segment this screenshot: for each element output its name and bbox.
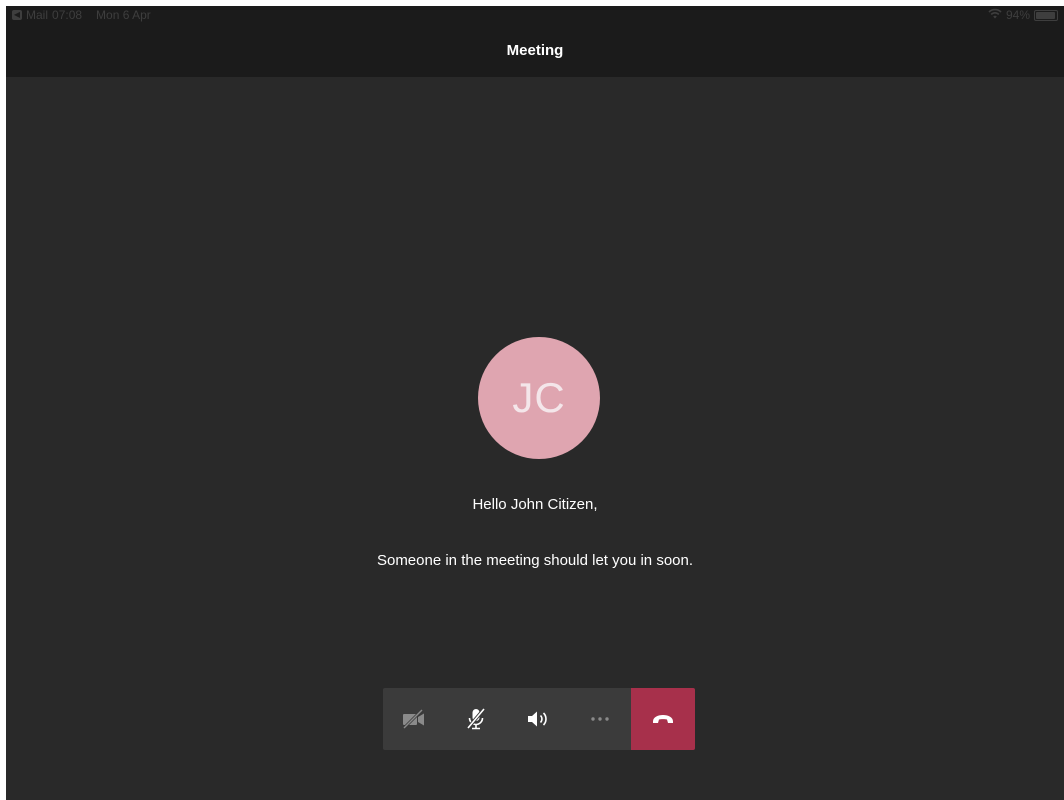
nav-bar: Meeting — [6, 24, 1064, 77]
speaker-button[interactable] — [507, 688, 569, 750]
wifi-icon — [988, 8, 1002, 22]
status-right: 94% — [988, 8, 1058, 22]
status-left: ◀ Mail 07:08 Mon 6 Apr — [12, 8, 151, 22]
status-date: Mon 6 Apr — [96, 8, 151, 22]
mute-button[interactable] — [445, 688, 507, 750]
mic-off-icon — [465, 707, 487, 731]
battery-fill — [1036, 11, 1055, 19]
camera-toggle-button[interactable] — [383, 688, 445, 750]
status-bar: ◀ Mail 07:08 Mon 6 Apr 94% — [6, 6, 1064, 24]
back-to-app-icon[interactable]: ◀ — [12, 10, 22, 20]
battery-percent: 94% — [1005, 8, 1030, 22]
hang-up-icon — [651, 713, 675, 725]
back-app-label[interactable]: Mail — [26, 8, 48, 22]
speaker-icon — [525, 708, 551, 730]
video-off-icon — [401, 708, 427, 730]
call-controls-bar — [383, 688, 695, 750]
page-title: Meeting — [506, 42, 564, 59]
battery-icon — [1034, 9, 1058, 21]
greeting-text: Hello John Citizen, — [472, 496, 598, 513]
avatar-initials: JC — [512, 374, 566, 421]
lobby-wait-message: Someone in the meeting should let you in… — [376, 552, 694, 569]
avatar: JC — [478, 337, 600, 459]
more-icon — [589, 716, 611, 722]
meeting-screen: ◀ Mail 07:08 Mon 6 Apr 94% Meeting JC He… — [6, 6, 1064, 800]
hang-up-button[interactable] — [631, 688, 695, 750]
more-options-button[interactable] — [569, 688, 631, 750]
status-time: 07:08 — [52, 8, 83, 22]
